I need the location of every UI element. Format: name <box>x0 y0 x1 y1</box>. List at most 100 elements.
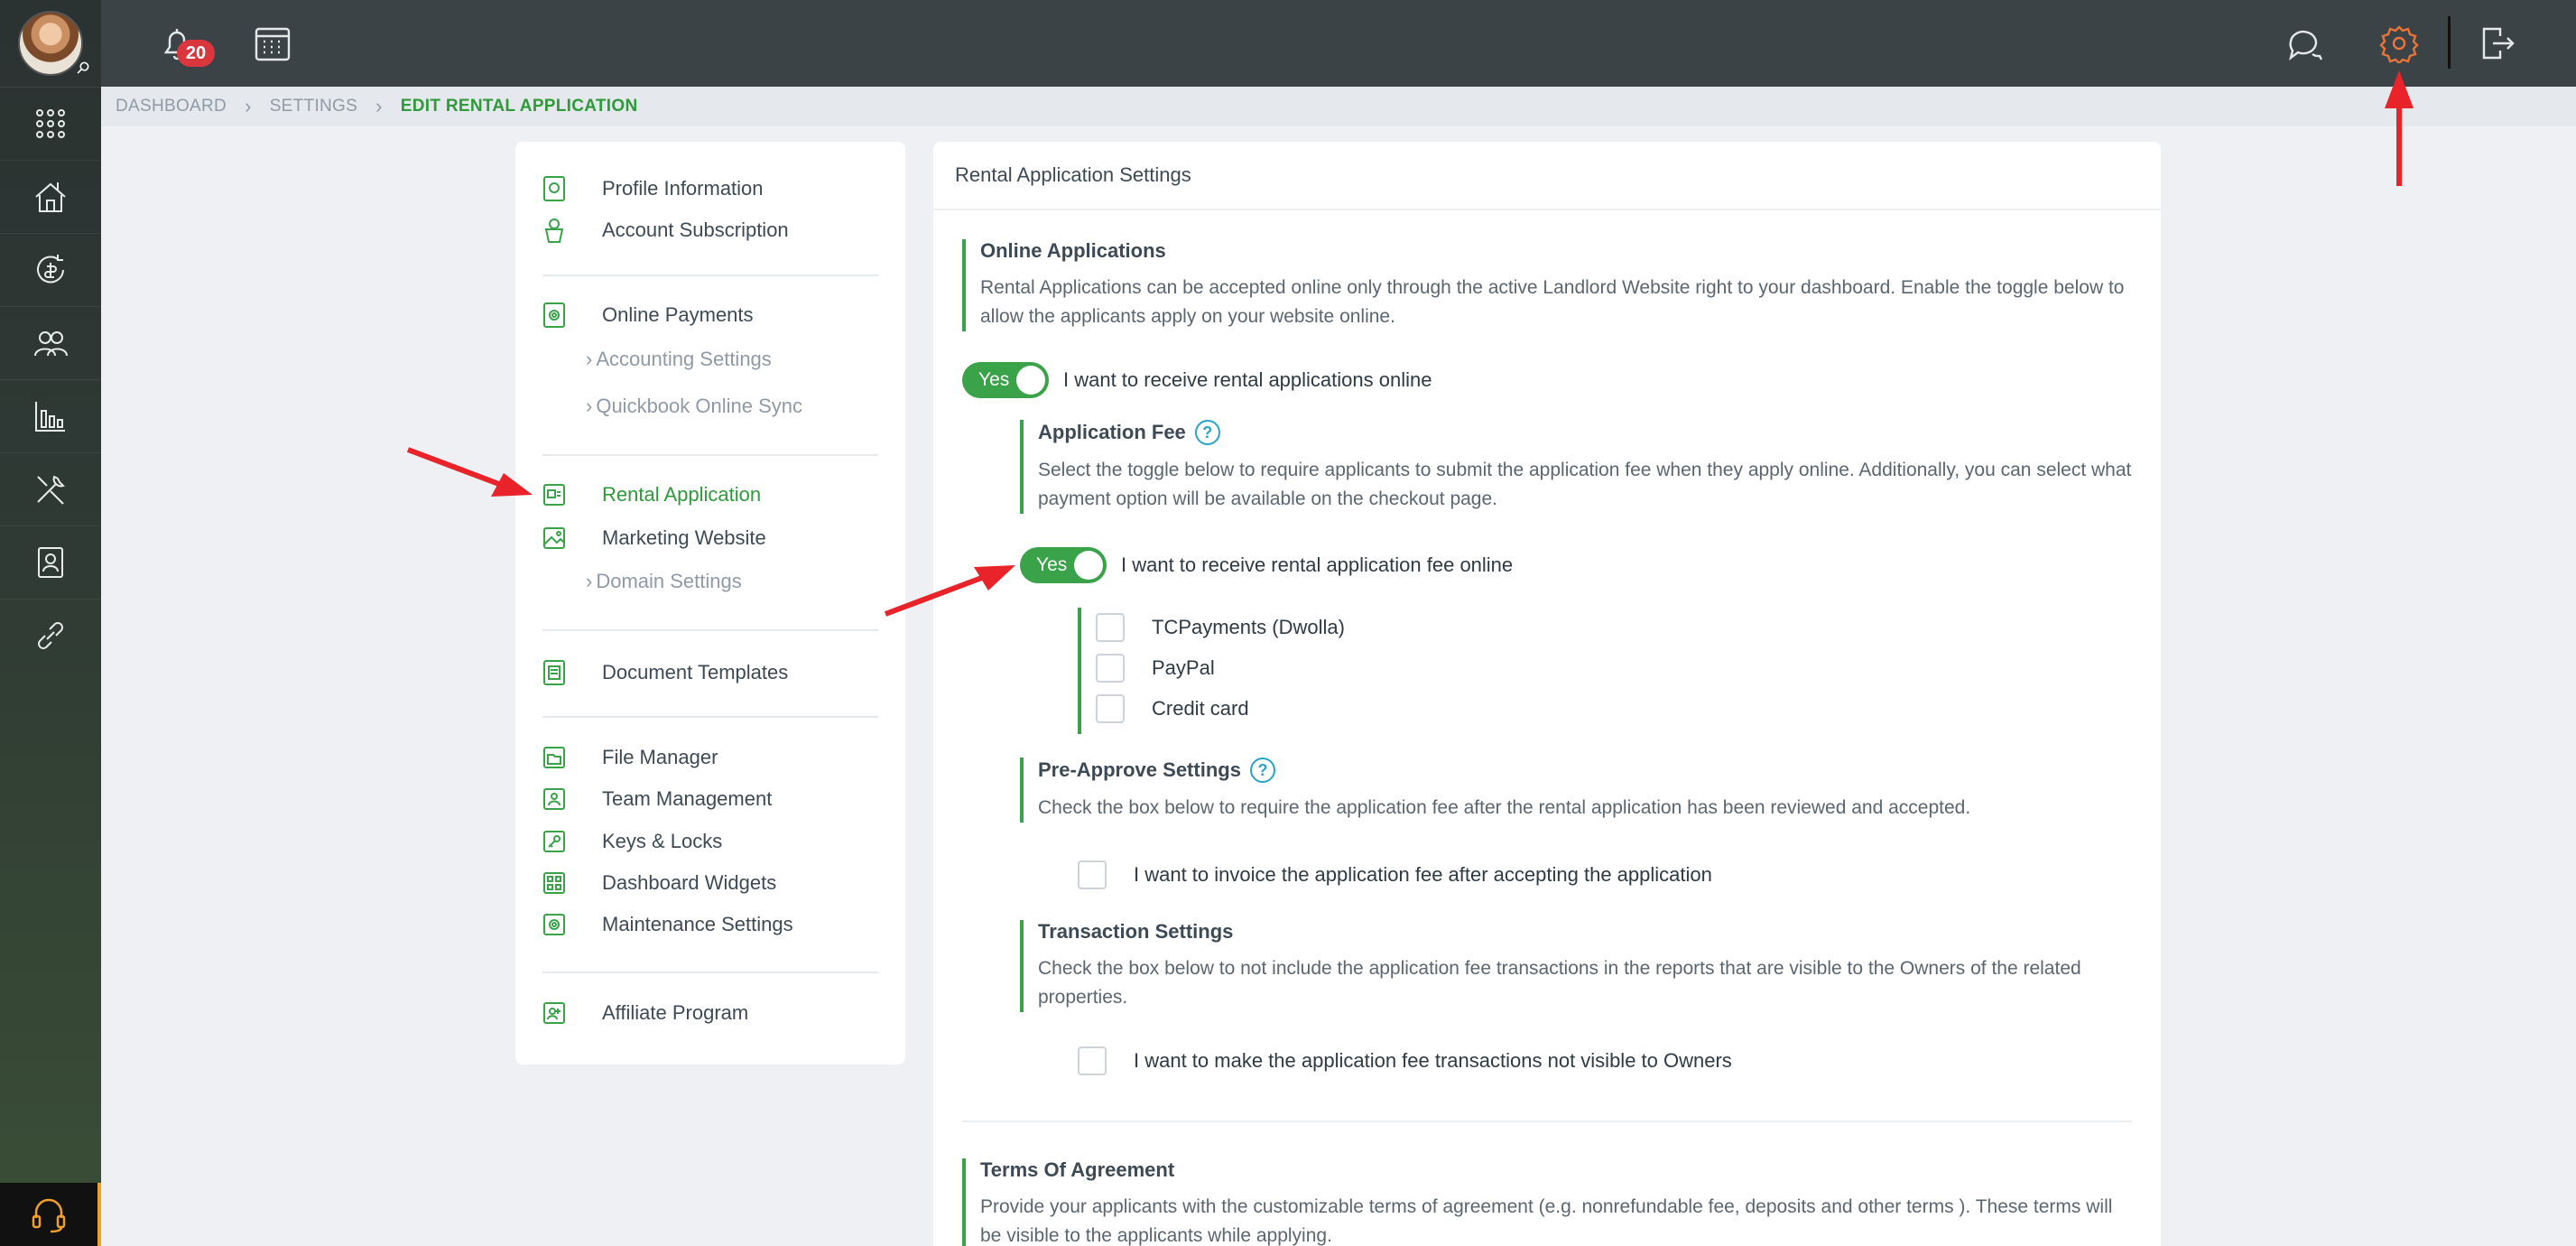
team-icon <box>542 786 566 813</box>
nav-item-document-templates[interactable]: Document Templates <box>542 659 788 686</box>
gear-icon[interactable] <box>2377 22 2421 65</box>
nav-item-online-payments[interactable]: Online Payments <box>542 302 754 329</box>
nav-item-keys-locks[interactable]: Keys & Locks <box>542 828 722 855</box>
toggle-label: I want to receive rental applications on… <box>1063 368 1432 391</box>
checkbox[interactable] <box>1078 1046 1107 1075</box>
section-description: Check the box below to require the appli… <box>1038 797 1971 818</box>
checkbox[interactable] <box>1078 860 1107 889</box>
checkbox[interactable] <box>1096 613 1125 642</box>
section-title-row: Pre-Approve Settings ? <box>1038 758 2136 783</box>
application-fee-toggle-row: Yes I want to receive rental application… <box>1020 547 1513 583</box>
nav-item-team-management[interactable]: Team Management <box>542 786 772 813</box>
toggle-state-label: Yes <box>1036 554 1068 575</box>
transaction-settings-section: Transaction Settings Check the box below… <box>1020 920 2136 1012</box>
link-icon[interactable] <box>0 599 101 672</box>
nav-divider <box>542 454 878 456</box>
apps-grid-icon[interactable] <box>0 87 101 160</box>
section-title: Online Applications <box>980 239 1166 262</box>
nav-divider <box>542 274 878 276</box>
section-description: Select the toggle below to require appli… <box>1038 460 2132 509</box>
section-description: Provide your applicants with the customi… <box>980 1196 2113 1246</box>
checkbox-label: PayPal <box>1152 656 1215 679</box>
nav-item-marketing-website[interactable]: Marketing Website <box>542 525 766 552</box>
people-icon[interactable] <box>0 306 101 379</box>
checkbox[interactable] <box>1096 694 1125 723</box>
help-icon[interactable]: ? <box>1194 420 1220 445</box>
nav-item-affiliate-program[interactable]: Affiliate Program <box>542 1000 748 1027</box>
widgets-icon <box>542 869 566 897</box>
section-title: Application Fee <box>1038 421 1186 443</box>
image-icon <box>542 525 566 552</box>
annotation-arrow-toggle <box>884 565 1015 617</box>
section-divider <box>962 1120 2132 1122</box>
nav-label: Profile Information <box>602 177 764 200</box>
affiliate-icon <box>542 1000 566 1027</box>
nav-label: Domain Settings <box>596 570 742 592</box>
breadcrumb-current: EDIT RENTAL APPLICATION <box>400 97 638 116</box>
payments-icon <box>542 302 566 329</box>
payment-option-paypal[interactable]: PayPal <box>1096 654 1215 683</box>
checkbox-label: I want to invoice the application fee af… <box>1134 863 1712 886</box>
nav-divider <box>542 972 878 973</box>
help-icon[interactable]: ? <box>1249 758 1275 783</box>
nav-label: Account Subscription <box>602 219 789 241</box>
toggle-state-label: Yes <box>978 369 1010 390</box>
online-applications-section: Online Applications Rental Applications … <box>962 239 2136 331</box>
toggle-label: I want to receive rental application fee… <box>1121 553 1514 576</box>
contacts-icon[interactable] <box>0 525 101 599</box>
nav-sub-domain-settings[interactable]: › Domain Settings <box>586 570 742 593</box>
avatar-container: ⚲ <box>0 0 101 87</box>
nav-sub-accounting-settings[interactable]: › Accounting Settings <box>586 348 772 371</box>
settings-cog-icon <box>542 911 566 938</box>
toggle-knob <box>1074 551 1103 580</box>
checkbox-label: TCPayments (Dwolla) <box>1152 616 1345 638</box>
checkbox[interactable] <box>1096 654 1125 683</box>
chevron-right-icon: › <box>375 95 383 117</box>
hide-from-owners-checkbox-row[interactable]: I want to make the application fee trans… <box>1078 1046 1732 1075</box>
nav-item-file-manager[interactable]: File Manager <box>542 744 718 771</box>
breadcrumb-settings[interactable]: SETTINGS <box>270 97 357 116</box>
nav-item-rental-application[interactable]: Rental Application <box>542 481 761 508</box>
breadcrumb-dashboard[interactable]: DASHBOARD <box>116 97 227 116</box>
payment-option-tcpayments[interactable]: TCPayments (Dwolla) <box>1096 613 1345 642</box>
breadcrumb: DASHBOARD › SETTINGS › EDIT RENTAL APPLI… <box>101 87 2576 126</box>
nav-divider <box>542 716 878 718</box>
rental-application-settings-card: Rental Application Settings Online Appli… <box>933 142 2161 1246</box>
reports-icon[interactable] <box>0 379 101 452</box>
section-title-row: Application Fee ? <box>1038 420 2136 445</box>
online-applications-toggle[interactable]: Yes <box>962 362 1049 398</box>
application-fee-toggle[interactable]: Yes <box>1020 547 1107 583</box>
payment-option-credit-card[interactable]: Credit card <box>1096 694 1249 723</box>
chevron-right-icon: › <box>586 570 593 592</box>
subscription-icon <box>542 217 566 244</box>
nav-label: Dashboard Widgets <box>602 871 777 894</box>
checkbox-label: Credit card <box>1152 697 1249 720</box>
nav-label: Keys & Locks <box>602 830 723 852</box>
avatar[interactable] <box>18 11 83 76</box>
nav-item-dashboard-widgets[interactable]: Dashboard Widgets <box>542 869 776 897</box>
checkbox-label: I want to make the application fee trans… <box>1134 1049 1732 1072</box>
notification-count-badge: 20 <box>177 40 215 67</box>
toggle-knob <box>1016 366 1045 395</box>
section-title: Terms Of Agreement <box>980 1158 1175 1181</box>
calendar-icon[interactable] <box>251 22 294 65</box>
profile-icon <box>542 175 566 202</box>
nav-item-account-subscription[interactable]: Account Subscription <box>542 217 789 244</box>
tools-icon[interactable] <box>0 452 101 525</box>
properties-icon[interactable] <box>0 160 101 233</box>
logout-icon[interactable] <box>2475 22 2518 65</box>
nav-label: Rental Application <box>602 483 762 506</box>
nav-sub-quickbook-sync[interactable]: › Quickbook Online Sync <box>586 395 802 418</box>
nav-item-profile-information[interactable]: Profile Information <box>542 175 764 202</box>
nav-label: Team Management <box>602 787 773 810</box>
payment-options-group <box>1078 608 1081 734</box>
invoice-after-accept-checkbox-row[interactable]: I want to invoice the application fee af… <box>1078 860 1712 889</box>
nav-item-maintenance-settings[interactable]: Maintenance Settings <box>542 911 793 938</box>
annotation-arrow-gear <box>2385 70 2414 186</box>
chat-icon[interactable] <box>2284 22 2327 65</box>
chevron-right-icon: › <box>245 95 252 117</box>
support-headset-icon[interactable] <box>0 1183 101 1246</box>
nav-label: Accounting Settings <box>596 348 772 370</box>
nav-label: Maintenance Settings <box>602 913 793 935</box>
payments-icon[interactable] <box>0 233 101 306</box>
